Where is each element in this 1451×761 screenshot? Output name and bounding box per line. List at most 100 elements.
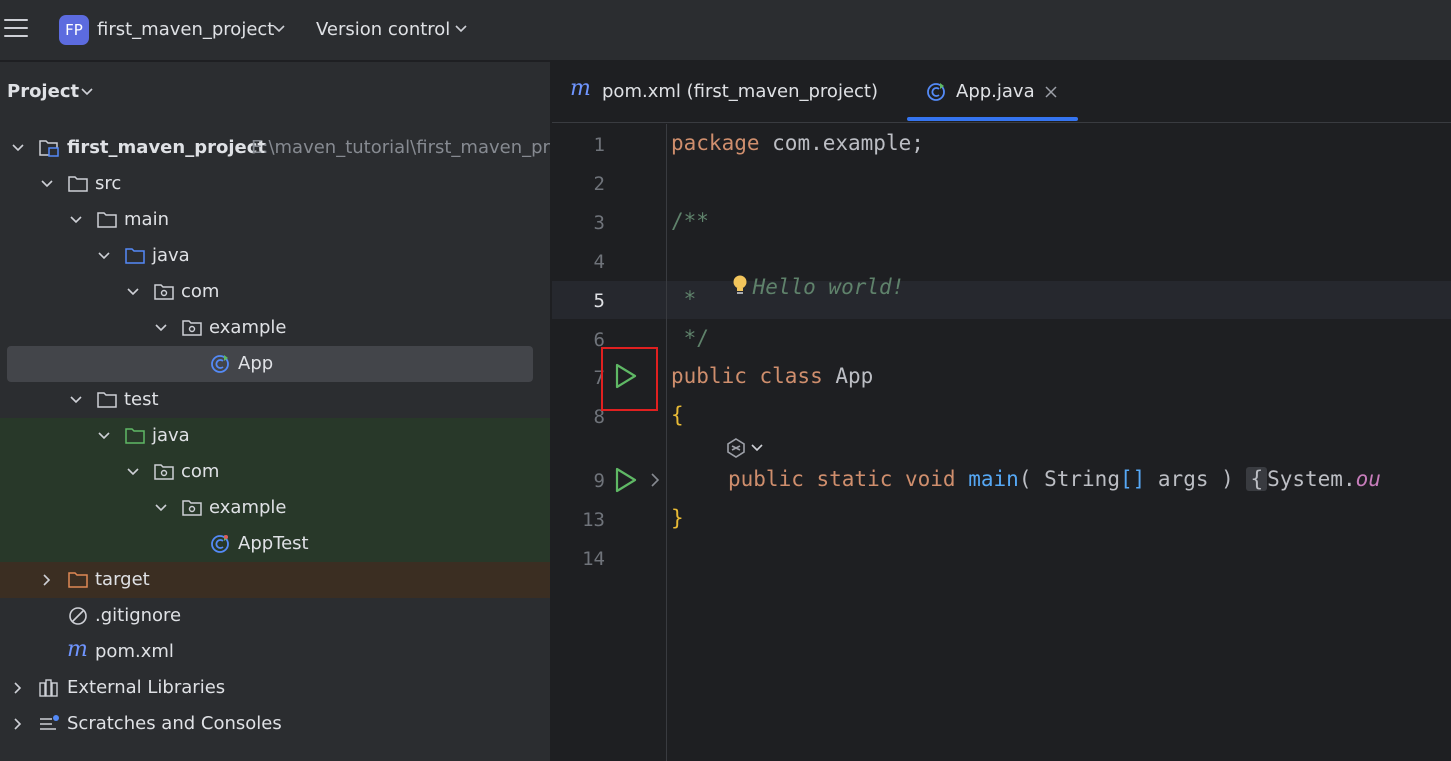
tab-pom-xml[interactable]: m pom.xml (first_maven_project) — [568, 62, 888, 123]
tree-item-example-main[interactable]: example — [0, 310, 550, 346]
line-number: 3 — [593, 212, 605, 234]
folder-icon — [97, 212, 117, 228]
tree-item-first-maven-project[interactable]: first_maven_project E:\maven_tutorial\fi… — [0, 130, 550, 166]
tree-item-label: java — [152, 425, 190, 446]
excluded-folder-icon — [68, 572, 88, 588]
run-main-icon[interactable] — [613, 466, 639, 494]
package-icon — [154, 284, 174, 300]
code-line-6[interactable]: */ — [671, 326, 709, 350]
class-name: App — [822, 364, 874, 388]
ignored-file-icon — [69, 607, 87, 625]
code-line-7[interactable]: public class App — [671, 364, 873, 388]
fold-expand-icon[interactable] — [649, 472, 661, 488]
hamburger-menu-icon[interactable] — [4, 19, 28, 41]
tab-app-java[interactable]: App.java — [922, 62, 1072, 123]
chevron-right-icon[interactable] — [11, 717, 25, 731]
tab-label: App.java — [956, 81, 1035, 102]
code-line-9[interactable]: public static void main( String[] args )… — [728, 467, 1381, 491]
project-view-title[interactable]: Project — [7, 81, 79, 102]
package-icon — [154, 464, 174, 480]
tree-item-scratches[interactable]: Scratches and Consoles — [0, 706, 550, 742]
keyword: package — [671, 131, 760, 155]
source-root-folder-icon — [125, 248, 145, 264]
tree-item-label: java — [152, 245, 190, 266]
tree-item-example-test[interactable]: example — [0, 490, 550, 526]
folded-code-block[interactable]: { — [1246, 467, 1268, 491]
tree-item-target[interactable]: target — [0, 562, 550, 598]
chevron-down-icon[interactable] — [97, 249, 111, 263]
lightbulb-icon[interactable] — [731, 274, 749, 296]
tree-item-gitignore[interactable]: .gitignore — [0, 598, 550, 634]
keyword: public static void — [728, 467, 956, 491]
tree-item-label: pom.xml — [95, 641, 174, 662]
doc-comment-text: Hello world! — [752, 275, 905, 299]
chevron-down-icon[interactable] — [126, 465, 140, 479]
tree-item-java-main[interactable]: java — [0, 238, 550, 274]
tree-item-label: example — [209, 497, 287, 518]
chevron-down-icon[interactable] — [154, 321, 168, 335]
title-bar: FP first_maven_project Version control — [0, 0, 1451, 61]
folder-icon — [68, 176, 88, 192]
chevron-down-icon[interactable] — [97, 429, 111, 443]
tree-item-com-main[interactable]: com — [0, 274, 550, 310]
tree-item-pom-xml[interactable]: m pom.xml — [0, 634, 550, 670]
tree-item-label: AppTest — [238, 533, 309, 554]
code-line-1[interactable]: package com.example; — [671, 131, 924, 155]
code-text: System. — [1267, 467, 1356, 491]
chevron-right-icon[interactable] — [11, 681, 25, 695]
version-control-dropdown[interactable]: Version control — [316, 19, 450, 40]
ai-assistant-icon[interactable] — [725, 437, 747, 459]
code-line-13[interactable]: } — [671, 506, 684, 530]
tree-item-test[interactable]: test — [0, 382, 550, 418]
java-class-icon — [927, 83, 945, 101]
tree-item-main[interactable]: main — [0, 202, 550, 238]
tree-item-java-test[interactable]: java — [0, 418, 550, 454]
chevron-down-icon[interactable] — [751, 443, 763, 453]
maven-icon: m — [570, 76, 591, 101]
chevron-down-icon[interactable] — [69, 393, 83, 407]
code-line-8[interactable]: { — [671, 403, 684, 427]
project-name-dropdown[interactable]: first_maven_project — [97, 19, 274, 40]
chevron-right-icon[interactable] — [40, 573, 54, 587]
tree-item-label: External Libraries — [67, 677, 226, 698]
tree-item-label: first_maven_project — [67, 137, 266, 158]
tree-item-app[interactable]: App — [7, 346, 533, 382]
chevron-down-icon[interactable] — [80, 85, 94, 99]
keyword: public class — [671, 364, 823, 388]
tab-label: pom.xml (first_maven_project) — [602, 81, 878, 102]
code-text: ( String — [1018, 467, 1120, 491]
close-icon[interactable] — [1045, 86, 1057, 98]
chevron-down-icon[interactable] — [40, 177, 54, 191]
tree-item-external-libraries[interactable]: External Libraries — [0, 670, 550, 706]
tree-item-src[interactable]: src — [0, 166, 550, 202]
tree-item-apptest[interactable]: AppTest — [0, 526, 550, 562]
line-number: 6 — [593, 329, 605, 351]
chevron-down-icon[interactable] — [454, 22, 468, 36]
chevron-down-icon[interactable] — [11, 141, 25, 155]
chevron-down-icon[interactable] — [154, 501, 168, 515]
folder-icon — [97, 392, 117, 408]
line-number: 7 — [593, 367, 605, 389]
tree-item-label: com — [181, 461, 220, 482]
maven-icon: m — [67, 637, 88, 662]
project-badge[interactable]: FP — [59, 15, 89, 45]
field-name: ou — [1355, 467, 1381, 491]
code-line-5[interactable]: * — [671, 287, 697, 311]
package-icon — [182, 320, 202, 336]
tree-item-label: test — [124, 389, 159, 410]
line-number: 14 — [582, 548, 605, 570]
line-number: 5 — [593, 290, 605, 312]
editor-gutter: 1 2 3 4 5 6 7 8 9 13 14 — [552, 124, 667, 761]
code-text: args ) — [1145, 467, 1234, 491]
project-tool-window: Project first_maven_project E:\maven_tut… — [0, 62, 551, 761]
line-number: 2 — [593, 173, 605, 195]
line-number: 8 — [593, 406, 605, 428]
code-line-4[interactable]: Hello world! — [671, 248, 904, 323]
chevron-down-icon[interactable] — [69, 213, 83, 227]
chevron-down-icon[interactable] — [126, 285, 140, 299]
line-number: 1 — [593, 134, 605, 156]
module-folder-icon — [39, 140, 59, 157]
chevron-down-icon[interactable] — [272, 22, 286, 36]
code-line-3[interactable]: /** — [671, 209, 709, 233]
tree-item-com-test[interactable]: com — [0, 454, 550, 490]
